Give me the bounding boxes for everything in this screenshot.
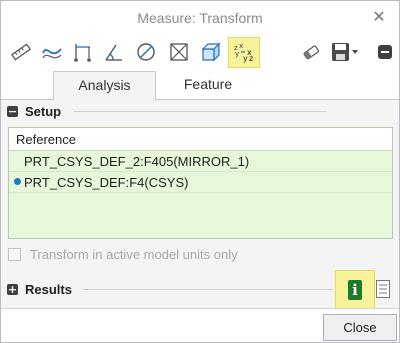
svg-text:x: x xyxy=(247,48,252,57)
results-list-icon[interactable] xyxy=(376,280,390,298)
transform-units-checkbox[interactable] xyxy=(8,247,21,261)
reference-row-text: PRT_CSYS_DEF_2:F405(MIRROR_1) xyxy=(24,154,250,169)
measure-transform-dialog: Measure: Transform ✕ z x y y z x Analysi… xyxy=(0,0,400,343)
reference-header-label: Reference xyxy=(16,132,76,147)
close-button[interactable]: Close xyxy=(323,314,397,341)
distance-icon[interactable] xyxy=(69,38,97,66)
length-icon[interactable] xyxy=(7,38,35,66)
results-section-header[interactable]: + Results xyxy=(7,280,72,298)
expand-icon[interactable]: + xyxy=(7,283,18,295)
reference-header: Reference xyxy=(9,128,392,151)
info-button[interactable]: i xyxy=(335,270,375,310)
transform-units-label: Transform in active model units only xyxy=(30,246,238,262)
eraser-icon[interactable] xyxy=(297,38,325,66)
volume-icon[interactable] xyxy=(197,38,225,66)
angle-icon[interactable] xyxy=(100,38,128,66)
section-divider xyxy=(73,111,326,112)
setup-label: Setup xyxy=(25,103,62,119)
section-divider xyxy=(83,289,333,290)
collapse-toolbar-icon[interactable] xyxy=(371,38,399,66)
area-icon[interactable] xyxy=(165,38,193,66)
window-title: Measure: Transform xyxy=(137,10,263,26)
setup-section-header[interactable]: − Setup xyxy=(7,102,61,120)
reference-collector[interactable]: Reference PRT_CSYS_DEF_2:F405(MIRROR_1) … xyxy=(8,127,393,239)
tab-bar: Analysis Feature xyxy=(1,69,399,101)
results-label: Results xyxy=(25,281,72,297)
selected-bullet-icon xyxy=(14,178,21,185)
tab-analysis[interactable]: Analysis xyxy=(53,71,156,101)
diameter-icon[interactable] xyxy=(132,38,160,66)
info-icon: i xyxy=(348,280,362,300)
svg-text:x: x xyxy=(239,42,243,50)
reference-row[interactable]: PRT_CSYS_DEF_2:F405(MIRROR_1) xyxy=(9,151,392,172)
transform-units-option[interactable]: Transform in active model units only xyxy=(8,246,238,262)
reference-row-text: PRT_CSYS_DEF:F4(CSYS) xyxy=(24,175,189,190)
collapse-icon[interactable]: − xyxy=(7,105,18,117)
curve-length-icon[interactable] xyxy=(38,38,66,66)
dialog-footer: Close xyxy=(1,308,399,342)
measure-toolbar: z x y y z x xyxy=(1,35,399,69)
transform-icon[interactable]: z x y y z x xyxy=(228,37,260,68)
title-bar: Measure: Transform ✕ xyxy=(1,1,399,35)
svg-text:y: y xyxy=(235,50,239,58)
tab-feature[interactable]: Feature xyxy=(156,71,260,98)
close-icon[interactable]: ✕ xyxy=(369,7,389,27)
reference-row[interactable]: PRT_CSYS_DEF:F4(CSYS) xyxy=(9,172,392,193)
save-icon[interactable] xyxy=(329,38,361,66)
